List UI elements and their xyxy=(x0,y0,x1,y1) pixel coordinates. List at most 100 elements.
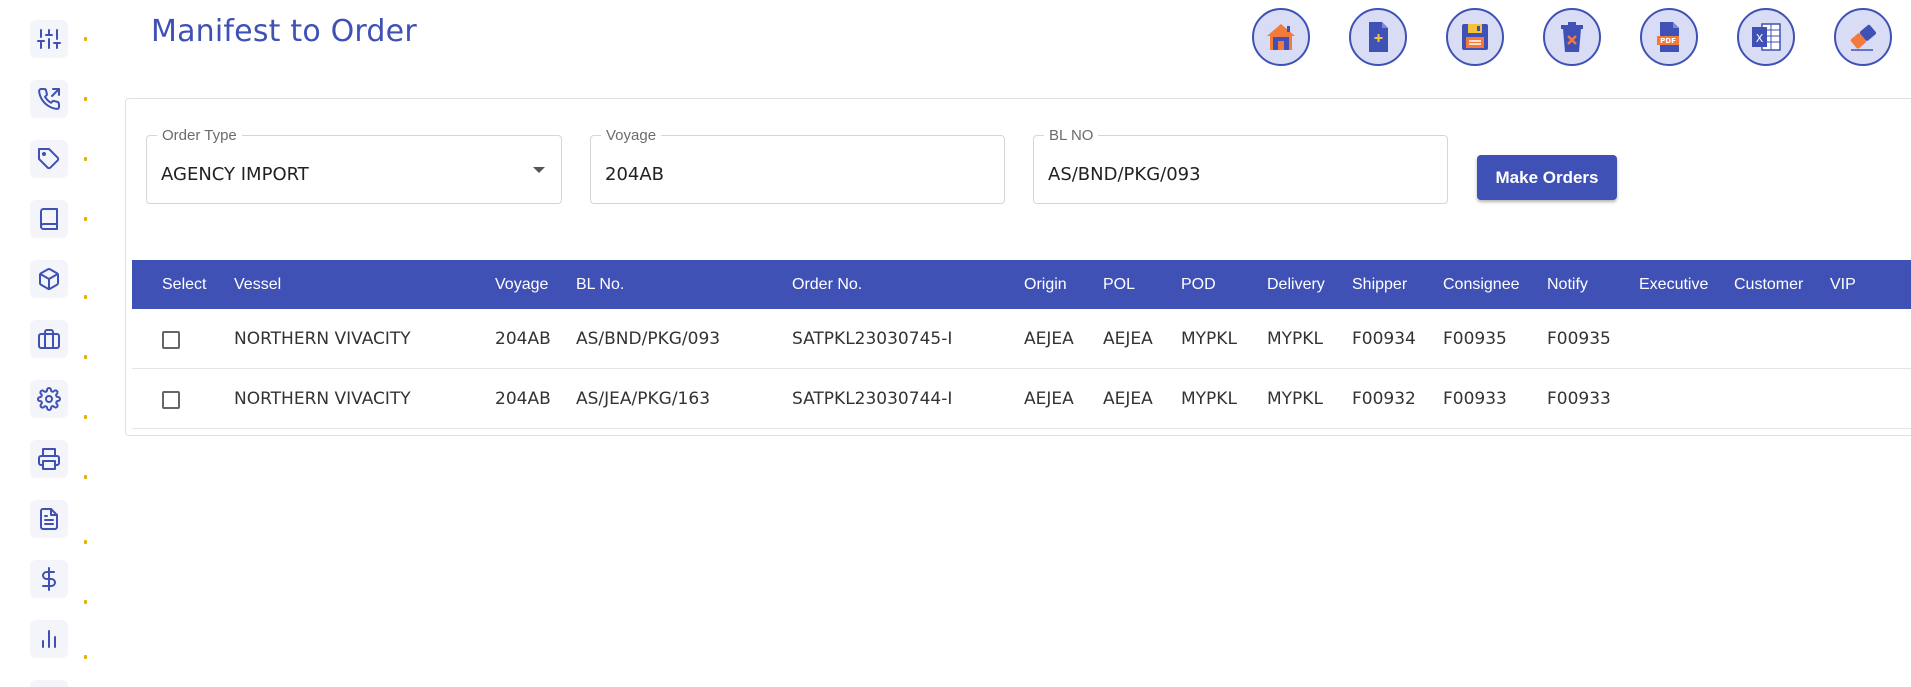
voyage-input[interactable]: Voyage 204AB xyxy=(590,127,1005,204)
box-icon xyxy=(39,268,59,290)
sidebar-item-book[interactable] xyxy=(30,200,68,238)
eraser-icon xyxy=(1850,24,1876,51)
cell-notify: F00933 xyxy=(1547,389,1611,409)
order-type-value: AGENCY IMPORT xyxy=(161,164,309,185)
cell-bl-no: AS/BND/PKG/093 xyxy=(576,329,721,349)
column-header-vessel[interactable]: Vessel xyxy=(234,260,281,309)
svg-text:X: X xyxy=(1756,32,1764,45)
svg-text:PDF: PDF xyxy=(1660,37,1676,45)
column-header-customer[interactable]: Customer xyxy=(1734,260,1803,309)
sidebar-indicator xyxy=(84,157,87,161)
save-button[interactable] xyxy=(1446,8,1504,66)
column-header-select[interactable]: Select xyxy=(162,260,206,309)
cell-order-no: SATPKL23030745-I xyxy=(792,329,953,349)
sidebar-indicator xyxy=(84,415,87,419)
clear-button[interactable] xyxy=(1834,8,1892,66)
sidebar-indicator xyxy=(84,475,87,479)
cell-bl-no: AS/JEA/PKG/163 xyxy=(576,389,711,409)
sidebar-indicator xyxy=(84,600,87,604)
table-row[interactable]: NORTHERN VIVACITY 204AB AS/BND/PKG/093 S… xyxy=(132,309,1911,369)
briefcase-icon xyxy=(38,329,60,349)
make-orders-button[interactable]: Make Orders xyxy=(1477,155,1617,200)
sidebar-indicator xyxy=(84,540,87,544)
sidebar-item-document[interactable] xyxy=(30,500,68,538)
column-header-vip[interactable]: VIP xyxy=(1830,260,1856,309)
document-icon xyxy=(40,508,58,530)
cell-shipper: F00934 xyxy=(1352,329,1416,349)
column-header-pol[interactable]: POL xyxy=(1103,260,1135,309)
cell-pod: MYPKL xyxy=(1181,329,1237,349)
sidebar-item-finance[interactable] xyxy=(30,560,68,598)
sidebar-item-more[interactable] xyxy=(30,680,68,687)
order-type-select[interactable]: Order Type AGENCY IMPORT xyxy=(146,127,562,204)
bl-no-label: BL NO xyxy=(1044,127,1099,144)
cell-voyage: 204AB xyxy=(495,389,551,409)
cell-consignee: F00935 xyxy=(1443,329,1507,349)
cell-origin: AEJEA xyxy=(1024,329,1074,349)
cell-shipper: F00932 xyxy=(1352,389,1416,409)
column-header-voyage[interactable]: Voyage xyxy=(495,260,548,309)
pdf-icon: PDF xyxy=(1657,22,1679,52)
printer-icon xyxy=(38,448,60,470)
cell-consignee: F00933 xyxy=(1443,389,1507,409)
sidebar-item-tags[interactable] xyxy=(30,140,68,178)
home-button[interactable] xyxy=(1252,8,1310,66)
cell-vessel: NORTHERN VIVACITY xyxy=(234,389,411,409)
home-icon xyxy=(1267,24,1295,50)
sliders-icon xyxy=(37,29,61,49)
cell-delivery: MYPKL xyxy=(1267,329,1323,349)
column-header-pod[interactable]: POD xyxy=(1181,260,1216,309)
row-select-checkbox[interactable] xyxy=(162,391,180,409)
cell-pol: AEJEA xyxy=(1103,389,1153,409)
column-header-executive[interactable]: Executive xyxy=(1639,260,1708,309)
sidebar-indicator xyxy=(84,37,87,41)
book-icon xyxy=(40,208,58,230)
sidebar-item-print[interactable] xyxy=(30,440,68,478)
tag-icon xyxy=(38,148,60,170)
sidebar xyxy=(0,0,90,687)
bar-chart-icon xyxy=(42,630,56,648)
sidebar-item-reports[interactable] xyxy=(30,620,68,658)
voyage-label: Voyage xyxy=(601,127,662,144)
excel-icon: X xyxy=(1752,23,1781,51)
voyage-value: 204AB xyxy=(605,164,665,185)
delete-icon xyxy=(1561,22,1583,52)
new-file-icon xyxy=(1369,22,1388,52)
pdf-button[interactable]: PDF xyxy=(1640,8,1698,66)
dollar-icon xyxy=(42,567,56,591)
excel-button[interactable]: X xyxy=(1737,8,1795,66)
sidebar-indicator xyxy=(84,355,87,359)
sidebar-item-briefcase[interactable] xyxy=(30,320,68,358)
sidebar-item-phone[interactable] xyxy=(30,80,68,118)
column-header-shipper[interactable]: Shipper xyxy=(1352,260,1407,309)
column-header-consignee[interactable]: Consignee xyxy=(1443,260,1520,309)
cell-voyage: 204AB xyxy=(495,329,551,349)
new-button[interactable] xyxy=(1349,8,1407,66)
bl-no-value: AS/BND/PKG/093 xyxy=(1048,164,1201,185)
gear-icon xyxy=(37,387,61,411)
orders-table: Select Vessel Voyage BL No. Order No. Or… xyxy=(132,260,1911,429)
save-icon xyxy=(1462,24,1488,50)
page-title: Manifest to Order xyxy=(151,14,417,49)
table-row[interactable]: NORTHERN VIVACITY 204AB AS/JEA/PKG/163 S… xyxy=(132,369,1911,429)
row-select-checkbox[interactable] xyxy=(162,331,180,349)
column-header-notify[interactable]: Notify xyxy=(1547,260,1588,309)
chevron-down-icon[interactable] xyxy=(533,167,545,173)
order-type-label: Order Type xyxy=(157,127,242,144)
column-header-origin[interactable]: Origin xyxy=(1024,260,1067,309)
sidebar-item-settings[interactable] xyxy=(30,380,68,418)
sidebar-indicator xyxy=(84,295,87,299)
table-header: Select Vessel Voyage BL No. Order No. Or… xyxy=(132,260,1911,309)
column-header-bl-no[interactable]: BL No. xyxy=(576,260,624,309)
bl-no-input[interactable]: BL NO AS/BND/PKG/093 xyxy=(1033,127,1448,204)
cell-origin: AEJEA xyxy=(1024,389,1074,409)
sidebar-item-settings-sliders[interactable] xyxy=(30,20,68,58)
sidebar-item-box[interactable] xyxy=(30,260,68,298)
phone-icon xyxy=(38,87,61,110)
cell-pol: AEJEA xyxy=(1103,329,1153,349)
toolbar: PDF X xyxy=(1252,8,1892,66)
delete-button[interactable] xyxy=(1543,8,1601,66)
column-header-order-no[interactable]: Order No. xyxy=(792,260,862,309)
cell-notify: F00935 xyxy=(1547,329,1611,349)
column-header-delivery[interactable]: Delivery xyxy=(1267,260,1325,309)
